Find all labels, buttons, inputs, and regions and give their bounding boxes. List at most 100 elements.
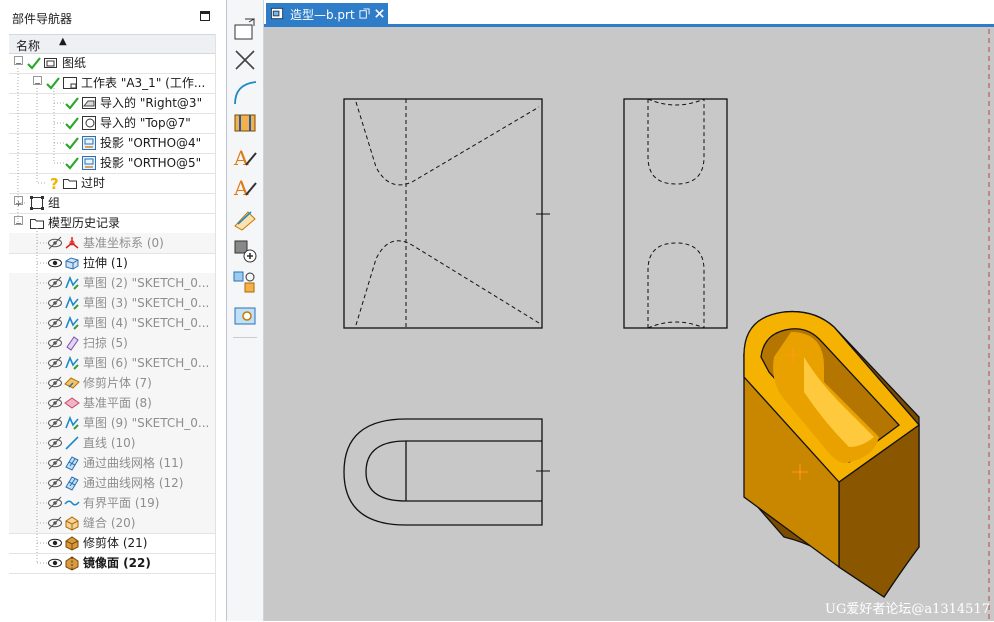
view-icon[interactable] — [232, 303, 258, 329]
hidden-eye-icon[interactable] — [47, 315, 63, 331]
visible-eye-icon[interactable] — [47, 255, 63, 271]
question-mark-icon: ? — [50, 175, 59, 191]
tree-row-drawing[interactable]: − 图纸 — [9, 53, 215, 74]
tree-row-imported-right[interactable]: 导入的 "Right@3" — [9, 93, 215, 114]
expand-toggle-icon[interactable]: + — [14, 196, 23, 208]
tree-row-feature[interactable]: 扫掠 (5) — [9, 333, 215, 354]
tree-row-feature[interactable]: 有界平面 (19) — [9, 493, 215, 514]
tree-row-outdated[interactable]: ? 过时 — [9, 173, 215, 194]
folder-icon — [30, 219, 44, 229]
close-tab-icon[interactable] — [374, 8, 385, 19]
sort-ascending-icon[interactable]: ▲ — [59, 36, 67, 47]
tree-label: 导入的 "Right@3" — [100, 96, 203, 110]
isometric-solid-model[interactable] — [743, 310, 920, 598]
tree-row-feature[interactable]: 草图 (3) "SKETCH_0... — [9, 293, 215, 314]
arc-icon[interactable] — [232, 80, 258, 106]
hidden-eye-icon[interactable] — [47, 295, 63, 311]
hidden-eye-icon[interactable] — [47, 415, 63, 431]
tree-row-sheet[interactable]: − 工作表 "A3_1" (工作... — [9, 73, 215, 94]
tree-label: 通过曲线网格 (12) — [83, 476, 184, 490]
projected-view-icon — [82, 136, 96, 150]
sketch-icon — [65, 355, 79, 370]
tree-label: 模型历史记录 — [48, 216, 121, 230]
tree-row-feature[interactable]: 草图 (6) "SKETCH_0... — [9, 353, 215, 374]
pattern-icon[interactable] — [232, 270, 258, 296]
float-tab-icon[interactable] — [359, 8, 370, 19]
edit-sketch-icon[interactable] — [232, 206, 258, 232]
tree-row-feature[interactable]: 缝合 (20) — [9, 513, 215, 534]
visible-eye-icon[interactable] — [47, 535, 63, 551]
top-view[interactable] — [343, 418, 550, 526]
group-icon — [30, 196, 44, 210]
checkmark-icon — [46, 77, 60, 90]
trim-body-icon — [65, 536, 79, 551]
datum-csys-icon — [65, 237, 79, 249]
collapse-toggle-icon[interactable]: − — [14, 216, 23, 228]
tree-row-feature[interactable]: 草图 (4) "SKETCH_0... — [9, 313, 215, 334]
new-sheet-icon[interactable] — [232, 16, 258, 42]
navigator-scrollbar[interactable] — [215, 34, 226, 621]
extrude-icon — [65, 257, 79, 270]
drawing-icon — [44, 58, 57, 68]
tree-label: 草图 (6) "SKETCH_0... — [83, 356, 210, 370]
svg-text:A: A — [233, 176, 249, 199]
hidden-eye-icon[interactable] — [47, 515, 63, 531]
sketch-icon — [65, 315, 79, 330]
checkmark-icon — [65, 157, 79, 170]
tree-row-feature[interactable]: 修剪片体 (7) — [9, 373, 215, 394]
navigator-header: 部件导航器 — [0, 0, 226, 32]
tree-label: 过时 — [81, 176, 106, 190]
front-view[interactable] — [343, 98, 550, 329]
tree-row-projection-5[interactable]: 投影 "ORTHO@5" — [9, 153, 215, 174]
tree-row-feature[interactable]: 直线 (10) — [9, 433, 215, 454]
hidden-eye-icon[interactable] — [47, 275, 63, 291]
tree-row-feature[interactable]: 草图 (2) "SKETCH_0... — [9, 273, 215, 294]
collapse-toggle-icon[interactable]: − — [33, 76, 42, 88]
tree-row-feature[interactable]: 基准坐标系 (0) — [9, 233, 215, 254]
tree-row-projection-4[interactable]: 投影 "ORTHO@4" — [9, 133, 215, 154]
column-header-name[interactable]: 名称 ▲ — [9, 34, 215, 54]
hidden-eye-icon[interactable] — [47, 395, 63, 411]
delete-icon[interactable] — [232, 47, 258, 73]
tree-row-model-history[interactable]: − 模型历史记录 — [9, 213, 215, 234]
tree-row-feature[interactable]: 通过曲线网格 (11) — [9, 453, 215, 474]
maximize-icon[interactable] — [200, 11, 210, 21]
visible-eye-icon[interactable] — [47, 555, 63, 571]
hidden-eye-icon[interactable] — [47, 495, 63, 511]
hidden-eye-icon[interactable] — [47, 475, 63, 491]
tree-row-group[interactable]: + 组 — [9, 193, 215, 214]
tab-document[interactable]: 造型—b.prt — [266, 3, 388, 24]
right-view[interactable] — [623, 98, 728, 329]
tab-label: 造型—b.prt — [290, 8, 355, 22]
tree-label: 修剪体 (21) — [83, 536, 148, 550]
text-annotation-2-icon[interactable]: A — [232, 173, 258, 199]
hidden-eye-icon[interactable] — [47, 435, 63, 451]
tree-label: 镜像面 (22) — [83, 556, 151, 570]
tree-row-feature[interactable]: 拉伸 (1) — [9, 253, 215, 274]
hidden-eye-icon[interactable] — [47, 355, 63, 371]
tree-label: 扫掠 (5) — [83, 336, 128, 350]
tree-row-feature[interactable]: 修剪体 (21) — [9, 533, 215, 554]
add-component-icon[interactable] — [232, 238, 258, 264]
hidden-eye-icon[interactable] — [47, 455, 63, 471]
tree-row-feature[interactable]: 草图 (9) "SKETCH_0... — [9, 413, 215, 434]
hidden-eye-icon[interactable] — [47, 375, 63, 391]
tree-row-feature[interactable]: 通过曲线网格 (12) — [9, 473, 215, 494]
section-icon[interactable] — [232, 110, 258, 136]
tree-label: 直线 (10) — [83, 436, 136, 450]
tree-row-feature[interactable]: 镜像面 (22) — [9, 553, 215, 574]
tree-row-feature[interactable]: 基准平面 (8) — [9, 393, 215, 414]
graphics-window[interactable]: UG爱好者论坛@a1314517 — [264, 27, 994, 621]
hidden-eye-icon[interactable] — [47, 335, 63, 351]
checkmark-icon — [65, 137, 79, 150]
hidden-eye-icon[interactable] — [47, 235, 63, 251]
bounded-plane-icon — [64, 500, 80, 506]
svg-text:A: A — [233, 146, 249, 169]
tree-label: 基准坐标系 (0) — [83, 236, 164, 250]
watermark-text: UG爱好者论坛@a1314517 — [825, 602, 990, 617]
tree-label: 有界平面 (19) — [83, 496, 160, 510]
tree-row-imported-top[interactable]: 导入的 "Top@7" — [9, 113, 215, 134]
checkmark-icon — [27, 57, 41, 70]
text-annotation-icon[interactable]: A — [232, 143, 258, 169]
collapse-toggle-icon[interactable]: − — [14, 56, 23, 68]
